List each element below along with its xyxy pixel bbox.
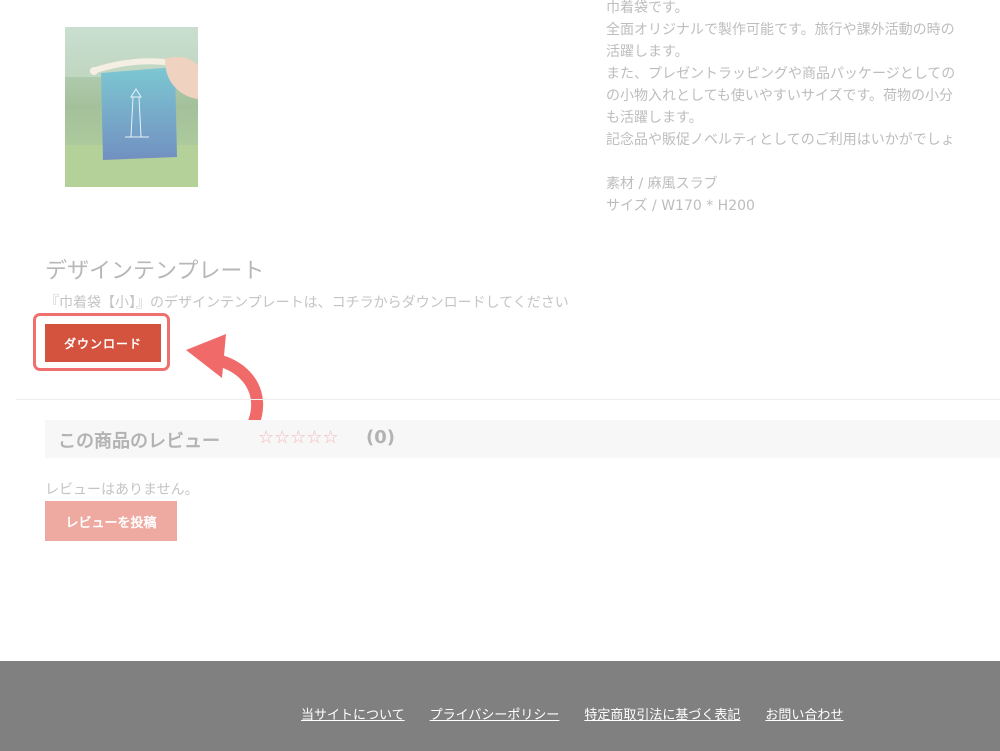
size-spec: サイズ / W170 * H200 — [606, 198, 755, 214]
product-photo — [65, 27, 198, 187]
description-line: また、プレゼントラッピングや商品パッケージとしての — [606, 66, 956, 82]
description-line: 活躍します。 — [606, 44, 689, 60]
design-template-title: デザインテンプレート — [45, 259, 265, 284]
footer-link-contact[interactable]: お問い合わせ — [765, 704, 843, 723]
footer-link-about[interactable]: 当サイトについて — [301, 704, 405, 723]
section-divider — [16, 399, 1000, 400]
description-line: の小物入れとしても使いやすいサイズです。荷物の小分 — [606, 88, 954, 104]
description-line: 記念品や販促ノベルティとしてのご利用はいかがでしょ — [606, 132, 955, 148]
site-footer: 当サイトについて プライバシーポリシー 特定商取引法に基づく表記 お問い合わせ — [0, 661, 1000, 751]
review-section-title: この商品のレビュー — [58, 431, 220, 452]
footer-link-commerce-law[interactable]: 特定商取引法に基づく表記 — [584, 704, 740, 723]
rating-stars-icon: ☆☆☆☆☆ — [258, 427, 339, 448]
description-line: 巾着袋です。 — [606, 0, 689, 16]
product-description: 巾着袋です。 全面オリジナルで製作可能です。旅行や課外活動の時の 活躍します。 … — [606, 0, 1000, 217]
material-spec: 素材 / 麻風スラブ — [606, 176, 718, 192]
footer-nav: 当サイトについて プライバシーポリシー 特定商取引法に基づく表記 お問い合わせ — [301, 704, 843, 723]
no-review-message: レビューはありません。 — [45, 482, 199, 498]
review-count: (0) — [366, 427, 395, 448]
description-line: も活躍します。 — [606, 110, 703, 126]
description-line: 全面オリジナルで製作可能です。旅行や課外活動の時の — [606, 22, 955, 38]
post-review-button[interactable]: レビューを投稿 — [45, 501, 177, 541]
footer-link-privacy[interactable]: プライバシーポリシー — [430, 704, 560, 723]
design-template-note: 『巾着袋【小】』のデザインテンプレートは、コチラからダウンロードしてください — [45, 295, 569, 311]
product-page: 巾着袋です。 全面オリジナルで製作可能です。旅行や課外活動の時の 活躍します。 … — [0, 0, 1000, 751]
download-button[interactable]: ダウンロード — [45, 324, 161, 362]
